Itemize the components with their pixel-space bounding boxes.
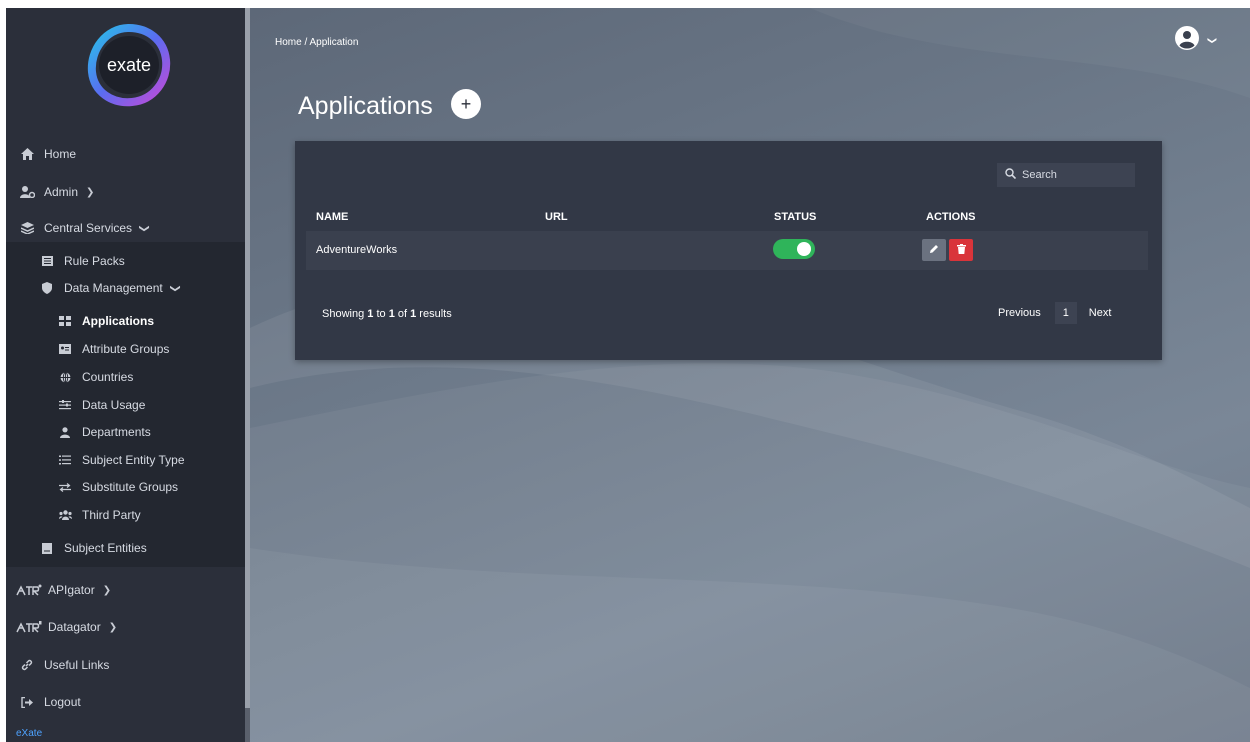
column-header-actions: ACTIONS xyxy=(926,211,976,223)
sliders-icon xyxy=(54,400,76,410)
sidebar-item-apigator[interactable]: APIgator ❯ xyxy=(6,578,245,602)
breadcrumb[interactable]: Home / Application xyxy=(275,37,358,48)
pencil-icon xyxy=(929,241,939,259)
sidebar-item-admin[interactable]: Admin ❯ xyxy=(6,180,245,204)
users-icon xyxy=(54,510,76,520)
globe-icon xyxy=(54,371,76,383)
column-header-status[interactable]: STATUS xyxy=(774,211,816,223)
sidebar-item-rule-packs[interactable]: Rule Packs xyxy=(6,249,245,273)
sidebar-item-label: Useful Links xyxy=(44,658,110,672)
sidebar-item-applications[interactable]: Applications xyxy=(6,309,245,333)
home-icon xyxy=(16,148,38,160)
chevron-right-icon: ❯ xyxy=(102,584,112,596)
previous-page-button[interactable]: Previous xyxy=(998,307,1041,319)
pagination: Previous 1 Next xyxy=(998,302,1111,324)
logo-text: exate xyxy=(107,55,151,75)
sidebar-item-label: Data Management xyxy=(64,281,163,295)
sidebar-item-subject-entity-type[interactable]: Subject Entity Type xyxy=(6,448,245,472)
chevron-down-icon: ❯ xyxy=(169,283,181,293)
sidebar-item-label: Applications xyxy=(82,314,155,328)
summary-of-text: of xyxy=(394,308,411,320)
applications-card: NAME URL STATUS ACTIONS AdventureWorks xyxy=(295,141,1162,360)
current-page-button[interactable]: 1 xyxy=(1054,302,1077,324)
chevron-down-icon: ❯ xyxy=(138,223,150,233)
chevron-down-icon: ❯ xyxy=(1207,36,1218,45)
sidebar-item-label: Admin xyxy=(44,185,79,199)
sidebar-item-label: Logout xyxy=(44,695,81,709)
sidebar: exate Home Admin ❯ Central Services ❯ Ru… xyxy=(6,8,245,742)
grid-icon xyxy=(54,316,76,326)
chevron-right-icon: ❯ xyxy=(86,186,95,198)
sidebar-item-label: Central Services xyxy=(44,221,133,235)
list-bullets-icon xyxy=(54,455,76,465)
table-row[interactable]: AdventureWorks xyxy=(306,231,1148,270)
next-page-button[interactable]: Next xyxy=(1089,307,1112,319)
sidebar-item-label: Substitute Groups xyxy=(82,480,179,494)
sidebar-item-substitute-groups[interactable]: Substitute Groups xyxy=(6,475,245,499)
summary-prefix: Showing xyxy=(322,308,368,320)
exchange-icon xyxy=(54,482,76,492)
column-header-url[interactable]: URL xyxy=(545,211,568,223)
sidebar-item-label: Datagator xyxy=(48,620,101,634)
exate-logo[interactable]: exate xyxy=(86,22,172,108)
trash-icon xyxy=(956,241,966,259)
sidebar-item-label: Subject Entities xyxy=(64,541,147,555)
edit-button[interactable] xyxy=(922,239,946,261)
row-name: AdventureWorks xyxy=(316,244,398,256)
sidebar-item-label: APIgator xyxy=(48,583,95,597)
sidebar-item-label: Departments xyxy=(82,425,151,439)
sidebar-item-datagator[interactable]: Datagator ❯ xyxy=(6,615,245,639)
layers-icon xyxy=(16,222,38,234)
gator-icon xyxy=(16,621,42,633)
sidebar-item-attribute-groups[interactable]: Attribute Groups xyxy=(6,337,245,361)
link-icon xyxy=(16,659,38,671)
add-application-button[interactable]: + xyxy=(451,89,481,119)
delete-button[interactable] xyxy=(949,239,973,261)
page-title: Applications xyxy=(298,92,433,120)
users-cog-icon xyxy=(16,186,38,198)
sidebar-item-third-party[interactable]: Third Party xyxy=(6,503,245,527)
sidebar-item-label: Third Party xyxy=(82,508,141,522)
search-icon xyxy=(1005,168,1017,182)
sidebar-item-label: Data Usage xyxy=(82,398,146,412)
main-content: Home / Application Applications + ❯ NAME… xyxy=(250,8,1250,742)
sidebar-item-home[interactable]: Home xyxy=(6,142,245,166)
gator-icon xyxy=(16,584,42,596)
sidebar-item-logout[interactable]: Logout xyxy=(6,690,245,714)
search-box[interactable] xyxy=(997,163,1135,187)
status-toggle[interactable] xyxy=(773,239,815,259)
shield-icon xyxy=(36,282,58,294)
toggle-knob xyxy=(797,242,811,256)
sidebar-item-label: Home xyxy=(44,147,77,161)
column-header-name[interactable]: NAME xyxy=(316,211,348,223)
chevron-right-icon: ❯ xyxy=(108,621,118,633)
sidebar-item-label: Rule Packs xyxy=(64,254,125,268)
results-summary: Showing 1 to 1 of 1 results xyxy=(322,308,452,320)
sidebar-item-subject-entities[interactable]: Subject Entities xyxy=(6,536,245,560)
sidebar-item-label: Countries xyxy=(82,370,134,384)
brand-footer[interactable]: eXate xyxy=(16,728,42,739)
sidebar-item-useful-links[interactable]: Useful Links xyxy=(6,653,245,677)
sidebar-item-label: Subject Entity Type xyxy=(82,453,185,467)
search-input[interactable] xyxy=(1022,169,1122,181)
sidebar-item-countries[interactable]: Countries xyxy=(6,365,245,389)
sidebar-item-data-management[interactable]: Data Management ❯ xyxy=(6,276,245,300)
user-menu[interactable]: ❯ xyxy=(1175,26,1218,55)
sidebar-item-label: Attribute Groups xyxy=(82,342,170,356)
book-icon xyxy=(36,542,58,554)
user-tie-icon xyxy=(54,426,76,438)
sign-out-icon xyxy=(16,696,38,708)
list-icon xyxy=(36,256,58,266)
id-card-icon xyxy=(54,344,76,354)
sidebar-item-central-services[interactable]: Central Services ❯ xyxy=(6,216,245,240)
user-circle-icon xyxy=(1175,26,1199,55)
sidebar-item-departments[interactable]: Departments xyxy=(6,420,245,444)
sidebar-item-data-usage[interactable]: Data Usage xyxy=(6,393,245,417)
summary-suffix: results xyxy=(416,308,452,320)
summary-to-text: to xyxy=(373,308,389,320)
